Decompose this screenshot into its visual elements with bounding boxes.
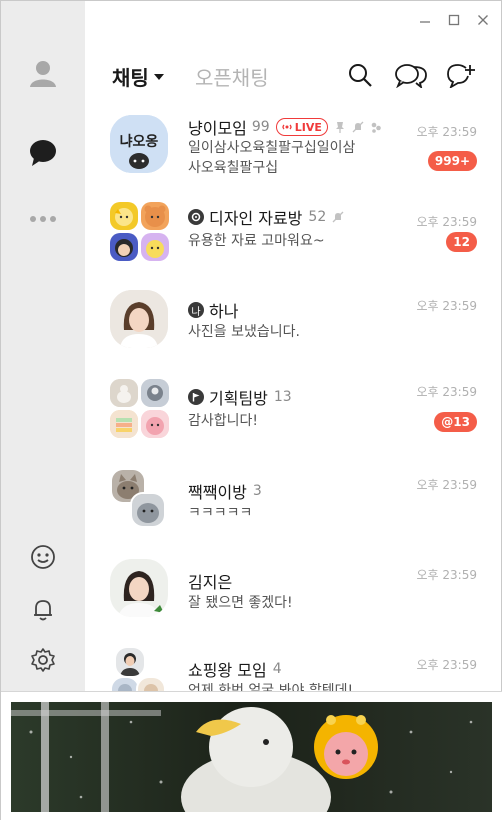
chat-row[interactable]: 디자인 자료방 52 유용한 자료 고마워요~ 오후 23:59 12: [86, 191, 501, 281]
chat-list: 냐오옹 냥이모임 99 LIVE 일이삼사오육칠팔구십일이삼 사오육칠팔구십 오…: [86, 101, 501, 691]
chat-title: 쇼핑왕 모임 4: [188, 657, 282, 681]
avatar-text: 냐오옹: [120, 134, 159, 150]
chat-row[interactable]: 김지은 잘 됐으면 좋겠다! 오후 23:59: [86, 551, 501, 641]
close-icon[interactable]: [474, 11, 492, 29]
emoticon-icon[interactable]: [27, 541, 59, 573]
preview-line: 일이삼사오육칠팔구십일이삼: [188, 140, 356, 156]
avatar-tile: [114, 646, 146, 678]
message-preview: 잘 됐으면 좋겠다!: [188, 595, 293, 611]
unread-badge: 999+: [427, 151, 477, 171]
avatar-tile: [136, 676, 166, 691]
broadcast-icon: [282, 124, 292, 130]
timestamp: 오후 23:59: [416, 125, 477, 139]
avatar: [110, 290, 168, 348]
chat-title: 나 하나: [188, 298, 238, 322]
avatar-tile: [130, 492, 166, 528]
chat-bubble-icon[interactable]: [27, 137, 59, 169]
avatar-tile: [141, 233, 169, 261]
room-name: 하나: [209, 302, 239, 321]
avatar-tile: [110, 202, 138, 230]
minimize-icon[interactable]: [416, 11, 434, 29]
tab-chats[interactable]: 채팅: [112, 62, 164, 91]
avatar-tile: [141, 379, 169, 407]
room-name: 기획팀방: [209, 389, 268, 408]
message-preview: 사진을 보냈습니다.: [188, 324, 300, 340]
avatar-tile: [141, 202, 169, 230]
chat-row[interactable]: 쇼핑왕 모임 4 언제 한번 얼굴 봐야 할텐데! 오후 23:59: [86, 641, 501, 691]
avatar-tile: [141, 410, 169, 438]
message-preview: ㅋㅋㅋㅋㅋ: [188, 505, 253, 521]
tab-chats-label: 채팅: [112, 66, 149, 90]
timestamp: 오후 23:59: [416, 658, 477, 672]
chat-row[interactable]: 냐오옹 냥이모임 99 LIVE 일이삼사오육칠팔구십일이삼 사오육칠팔구십 오…: [86, 101, 501, 191]
chat-row[interactable]: 짹짹이방 3 ㅋㅋㅋㅋㅋ 오후 23:59: [86, 461, 501, 551]
member-count: 13: [273, 389, 292, 405]
tab-open-chat[interactable]: 오픈채팅: [195, 62, 269, 91]
group-avatar: [110, 468, 170, 530]
avatar-tile: [110, 379, 138, 407]
ad-banner-area: [1, 691, 502, 820]
group-avatar: [110, 379, 170, 439]
message-preview: 감사합니다!: [188, 413, 259, 429]
timestamp: 오후 23:59: [416, 385, 477, 399]
message-preview: 언제 한번 얼굴 봐야 할텐데!: [188, 683, 354, 691]
room-name: 김지은: [188, 573, 233, 592]
chat-title: 냥이모임 99 LIVE: [188, 115, 382, 139]
chat-title: 디자인 자료방 52: [188, 205, 344, 229]
avatar-tile: [110, 410, 138, 438]
bell-icon[interactable]: [27, 593, 59, 625]
group-avatar: [110, 202, 170, 262]
timestamp: 오후 23:59: [416, 478, 477, 492]
flag-icon: [188, 389, 204, 405]
chevron-down-icon: [153, 73, 164, 80]
bell-off-icon: [352, 121, 364, 133]
pin-icon: [335, 122, 344, 133]
new-chat-icon[interactable]: [446, 61, 476, 89]
member-count: 99: [251, 119, 270, 135]
gear-icon[interactable]: [27, 644, 59, 676]
room-name: 냥이모임: [188, 119, 247, 138]
mention-badge: @13: [434, 412, 477, 432]
chat-row[interactable]: 기획팀방 13 감사합니다! 오후 23:59 @13: [86, 371, 501, 461]
unread-badge: 12: [446, 232, 477, 252]
chat-title: 김지은: [188, 569, 232, 593]
room-name: 디자인 자료방: [209, 209, 303, 228]
preview-line: 사오육칠팔구십: [188, 160, 279, 176]
open-chat-icon[interactable]: [394, 61, 428, 89]
avatar: 냐오옹: [110, 115, 168, 173]
chat-title: 짹짹이방 3: [188, 479, 262, 503]
sidebar: [1, 1, 85, 691]
group-avatar: [110, 646, 170, 691]
timestamp: 오후 23:59: [416, 568, 477, 582]
open-chat-icon: [188, 209, 204, 225]
message-preview: 일이삼사오육칠팔구십일이삼 사오육칠팔구십: [188, 138, 408, 178]
live-badge: LIVE: [275, 118, 328, 136]
app-window: 채팅 오픈채팅 냐오옹 냥이모임 99 LIVE 일이삼사오육칠팔구십일이삼 사…: [0, 0, 502, 820]
timestamp: 오후 23:59: [416, 299, 477, 313]
ad-banner[interactable]: [11, 702, 492, 812]
me-mark: 나: [188, 302, 204, 318]
chat-row[interactable]: 나 하나 사진을 보냈습니다. 오후 23:59: [86, 281, 501, 371]
room-name: 쇼핑왕 모임: [188, 661, 267, 680]
message-preview: 유용한 자료 고마워요~: [188, 233, 325, 249]
person-icon[interactable]: [27, 57, 59, 89]
avatar-tile: [110, 233, 138, 261]
chat-title: 기획팀방 13: [188, 385, 292, 409]
member-count: 3: [252, 483, 262, 499]
maximize-icon[interactable]: [445, 11, 463, 29]
avatar: [110, 559, 168, 617]
room-name: 짹짹이방: [188, 483, 247, 502]
live-label: LIVE: [294, 120, 322, 134]
member-count: 52: [308, 209, 327, 225]
bell-off-icon: [332, 211, 344, 223]
group-icon: [371, 122, 381, 133]
member-count: 4: [272, 661, 282, 677]
timestamp: 오후 23:59: [416, 215, 477, 229]
more-icon[interactable]: [27, 203, 59, 235]
search-icon[interactable]: [346, 61, 374, 89]
